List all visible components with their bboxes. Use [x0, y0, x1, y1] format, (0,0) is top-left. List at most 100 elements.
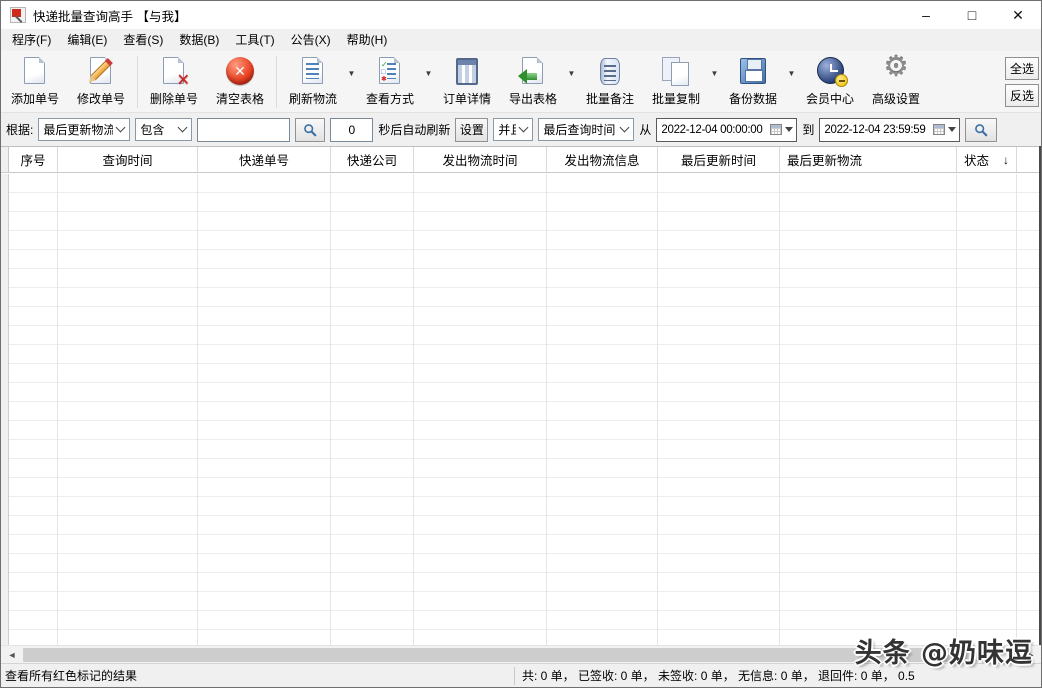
grid-vline [779, 174, 780, 645]
minimize-button[interactable]: – [903, 1, 949, 29]
settings-gear-icon: ⚙ [878, 54, 914, 88]
backup-data-button[interactable]: 备份数据 [725, 54, 781, 107]
button-label: 查看方式 [366, 90, 414, 107]
menu-bar: 程序(F) 编辑(E) 查看(S) 数据(B) 工具(T) 公告(X) 帮助(H… [1, 29, 1041, 51]
export-green-arrow-icon [515, 54, 551, 88]
calendar-dropdown-icon[interactable] [948, 127, 956, 132]
column-header-last-update-time[interactable]: 最后更新时间 [658, 147, 780, 172]
menu-program[interactable]: 程序(F) [4, 29, 59, 51]
app-icon [10, 7, 26, 23]
column-header-tracking-number[interactable]: 快递单号 [198, 147, 331, 172]
select-all-button[interactable]: 全选 [1005, 57, 1039, 80]
filter-by-label: 根据: [6, 121, 33, 138]
chevron-down-icon [178, 123, 188, 133]
button-label: 会员中心 [806, 90, 854, 107]
grid-vline [197, 174, 198, 645]
refresh-doc-icon [295, 54, 331, 88]
delete-order-button[interactable]: ✕ 删除单号 [146, 54, 202, 107]
button-label: 修改单号 [77, 90, 125, 107]
menu-edit[interactable]: 编辑(E) [59, 29, 115, 51]
dropdown-arrow-icon[interactable]: ▼ [566, 69, 577, 78]
button-label: 订单详情 [443, 90, 491, 107]
column-header-index[interactable]: 序号 [9, 147, 58, 172]
menu-notice[interactable]: 公告(X) [283, 29, 339, 51]
from-datetime-input[interactable]: 2022-12-04 00:00:00 [656, 118, 797, 142]
filter-match-select[interactable]: 包含 [135, 118, 192, 141]
time-field-value: 最后查询时间 [543, 121, 617, 138]
calendar-icon[interactable] [770, 124, 782, 135]
toolbar-separator [137, 56, 138, 108]
row-selector-strip [1, 147, 9, 172]
dropdown-arrow-icon[interactable]: ▼ [346, 69, 357, 78]
button-label: 刷新物流 [289, 90, 337, 107]
edit-order-button[interactable]: 修改单号 [73, 54, 129, 107]
toolbar: 添加单号 修改单号 ✕ 删除单号 ✕ 清空表格 刷新物流 ▼ ✓ □ ✱ 查看方… [1, 51, 1041, 113]
order-detail-button[interactable]: 订单详情 [439, 54, 495, 107]
title-bar: 快递批量查询高手 【与我】 – □ ✕ [1, 1, 1041, 29]
watermark-text: 头条 @奶味逗 [855, 631, 1033, 670]
maximize-button[interactable]: □ [949, 1, 995, 29]
auto-refresh-seconds-input[interactable] [330, 118, 373, 142]
filter-logic-select[interactable]: 并且 [493, 118, 533, 141]
dropdown-arrow-icon[interactable]: ▼ [423, 69, 434, 78]
close-button[interactable]: ✕ [995, 1, 1041, 29]
menu-tools[interactable]: 工具(T) [227, 29, 282, 51]
delete-page-icon: ✕ [156, 54, 192, 88]
toolbar-separator [276, 56, 277, 108]
menu-data[interactable]: 数据(B) [171, 29, 227, 51]
auto-refresh-label: 秒后自动刷新 [378, 121, 450, 138]
batch-note-button[interactable]: 批量备注 [582, 54, 638, 107]
column-header-query-time[interactable]: 查询时间 [58, 147, 198, 172]
to-label: 到 [802, 121, 814, 138]
scrollbar-thumb[interactable] [23, 648, 981, 662]
chevron-down-icon [620, 123, 630, 133]
from-datetime-value: 2022-12-04 00:00:00 [661, 124, 768, 136]
grid-body[interactable] [1, 174, 1041, 645]
magnifier-icon [303, 123, 317, 137]
time-search-button[interactable] [965, 118, 997, 142]
button-label: 高级设置 [872, 90, 920, 107]
add-page-icon [17, 54, 53, 88]
grid-header-row: 序号 查询时间 快递单号 快递公司 发出物流时间 发出物流信息 最后更新时间 最… [1, 146, 1041, 173]
clear-red-circle-icon: ✕ [222, 54, 258, 88]
menu-help[interactable]: 帮助(H) [339, 29, 396, 51]
invert-selection-button[interactable]: 反选 [1005, 84, 1039, 107]
view-mode-button[interactable]: ✓ □ ✱ 查看方式 [362, 54, 418, 107]
menu-view[interactable]: 查看(S) [115, 29, 171, 51]
add-order-button[interactable]: 添加单号 [7, 54, 63, 107]
export-table-button[interactable]: 导出表格 [505, 54, 561, 107]
results-grid: 序号 查询时间 快递单号 快递公司 发出物流时间 发出物流信息 最后更新时间 最… [1, 146, 1041, 645]
filter-match-value: 包含 [140, 121, 175, 138]
column-header-last-update-logistics[interactable]: 最后更新物流 [780, 147, 957, 172]
keyword-input[interactable] [197, 118, 290, 142]
to-datetime-input[interactable]: 2022-12-04 23:59:59 [819, 118, 960, 142]
to-datetime-value: 2022-12-04 23:59:59 [824, 124, 931, 136]
selection-buttons: 全选 反选 [1005, 57, 1039, 107]
batch-copy-button[interactable]: 批量复制 [648, 54, 704, 107]
column-header-courier-company[interactable]: 快递公司 [331, 147, 414, 172]
refresh-logistics-button[interactable]: 刷新物流 [285, 54, 341, 107]
dropdown-arrow-icon[interactable]: ▼ [709, 69, 720, 78]
filter-bar: 根据: 最后更新物流 包含 秒后自动刷新 设置 并且 最后查询时间 从 2022… [1, 113, 1041, 146]
grid-vline [956, 174, 957, 645]
column-header-dispatch-time[interactable]: 发出物流时间 [414, 147, 547, 172]
button-label: 删除单号 [150, 90, 198, 107]
member-center-button[interactable]: 会员中心 [802, 54, 858, 107]
search-button[interactable] [295, 118, 325, 142]
dropdown-arrow-icon[interactable]: ▼ [786, 69, 797, 78]
advanced-settings-button[interactable]: ⚙ 高级设置 [868, 54, 924, 107]
column-header-status[interactable]: 状态 ↓ [957, 147, 1017, 172]
calendar-dropdown-icon[interactable] [785, 127, 793, 132]
grid-vline [330, 174, 331, 645]
column-header-dispatch-info[interactable]: 发出物流信息 [547, 147, 658, 172]
grid-vline [1016, 174, 1017, 645]
clear-table-button[interactable]: ✕ 清空表格 [212, 54, 268, 107]
magnifier-icon [974, 123, 988, 137]
calendar-icon[interactable] [933, 124, 945, 135]
filter-field-select[interactable]: 最后更新物流 [38, 118, 130, 141]
window-title: 快递批量查询高手 【与我】 [33, 6, 186, 25]
window-controls: – □ ✕ [903, 1, 1041, 29]
time-field-select[interactable]: 最后查询时间 [538, 118, 634, 141]
settings-button[interactable]: 设置 [455, 118, 488, 142]
scroll-left-icon[interactable]: ◄ [3, 647, 21, 663]
